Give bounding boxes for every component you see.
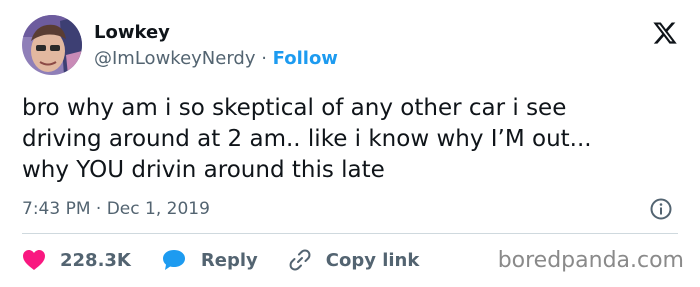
copy-link-button[interactable]: Copy link	[288, 248, 420, 272]
tweet-text-line: why YOU drivin around this late	[22, 157, 385, 183]
reply-label: Reply	[200, 249, 258, 271]
link-icon	[289, 249, 311, 271]
heart-icon	[23, 250, 45, 270]
tweet-text: bro why am i so skeptical of any other c…	[22, 93, 682, 186]
tweet-card: Lowkey @ImLowkeyNerdy · Follow bro why a…	[0, 0, 700, 287]
tweet-text-line: bro why am i so skeptical of any other c…	[22, 95, 567, 121]
tweet-text-line: driving around at 2 am.. like i know why…	[22, 126, 592, 152]
action-bar: 228.3K Reply Copy link	[22, 246, 449, 274]
like-button[interactable]: 228.3K	[22, 249, 131, 271]
reply-button[interactable]: Reply	[161, 248, 258, 272]
avatar[interactable]	[22, 15, 82, 75]
handle-separator: ·	[255, 48, 273, 69]
tweet-timestamp[interactable]: 7:43 PM · Dec 1, 2019	[22, 198, 210, 220]
author-handle[interactable]: @ImLowkeyNerdy	[94, 48, 256, 69]
copy-link-label: Copy link	[325, 249, 420, 271]
like-count: 228.3K	[60, 249, 131, 271]
speech-bubble-icon	[162, 250, 185, 270]
avatar-image-icon	[22, 15, 82, 75]
info-icon[interactable]	[649, 197, 673, 221]
divider	[22, 233, 678, 234]
watermark: boredpanda.com	[497, 248, 684, 273]
follow-button[interactable]: Follow	[273, 48, 338, 69]
author-display-name[interactable]: Lowkey	[94, 22, 170, 44]
x-logo-icon[interactable]	[652, 20, 678, 46]
author-handle-row: @ImLowkeyNerdy · Follow	[94, 48, 338, 70]
